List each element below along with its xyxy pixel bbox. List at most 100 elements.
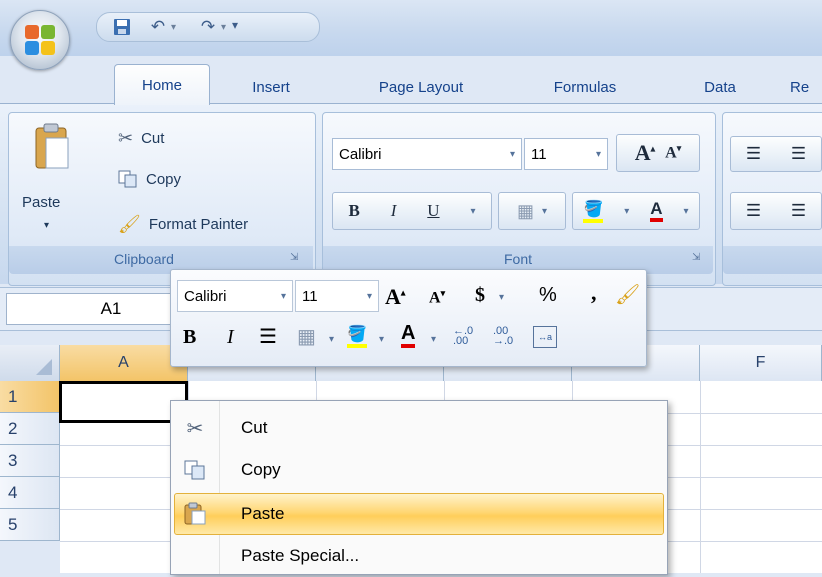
menu-item-paste-special-label: Paste Special... — [241, 546, 360, 565]
mini-font-name-value: Calibri — [184, 287, 227, 305]
save-icon[interactable] — [111, 17, 133, 37]
font-size-dropdown-icon[interactable]: ▾ — [596, 149, 601, 160]
menu-item-paste[interactable]: Paste — [171, 493, 667, 535]
mini-center-icon[interactable]: ☰ — [259, 324, 277, 349]
name-box-value: A1 — [100, 299, 122, 318]
menu-item-cut-label: Cut — [241, 418, 268, 437]
fill-color-icon[interactable]: 🪣 — [583, 199, 604, 223]
column-header-a[interactable]: A — [60, 345, 188, 381]
grow-font-icon[interactable]: A▴ — [635, 140, 655, 166]
mini-comma-icon[interactable]: , — [591, 280, 597, 306]
copy-icon — [118, 170, 138, 188]
fill-color-dropdown-icon[interactable]: ▾ — [624, 206, 629, 217]
font-launcher-icon[interactable]: ⇲ — [692, 252, 700, 263]
mini-toolbar: Calibri ▾ 11 ▾ A▴ A▾ $ ▾ % , 🖌 B I ☰ ▦ ▾… — [170, 269, 647, 367]
mini-merge-center-icon[interactable]: ↔a — [533, 326, 557, 348]
borders-dropdown-icon: ▾ — [541, 205, 548, 217]
row-header-4[interactable]: 4 — [0, 477, 60, 509]
font-size-value: 11 — [531, 145, 547, 163]
mini-font-color-dropdown-icon[interactable]: ▾ — [431, 334, 436, 345]
mini-format-painter-icon[interactable]: 🖌 — [615, 282, 640, 307]
mini-increase-decimal-icon[interactable]: ←.0.00 — [453, 326, 473, 347]
quick-access-toolbar: ↶ ▾ ↷ ▾ — [96, 12, 320, 42]
row-header-5[interactable]: 5 — [0, 509, 60, 541]
shrink-font-icon[interactable]: A▾ — [665, 143, 681, 162]
paste-icon — [179, 498, 211, 530]
format-painter-button[interactable]: 🖌 Format Painter — [118, 214, 248, 235]
undo-icon[interactable]: ↶ — [147, 17, 169, 37]
align-center-icon[interactable]: ☰ — [791, 201, 806, 221]
redo-icon[interactable]: ↷ — [197, 17, 219, 37]
active-cell-a1[interactable] — [59, 381, 188, 423]
mini-bold-icon[interactable]: B — [183, 326, 196, 349]
tab-formulas[interactable]: Formulas — [530, 73, 640, 101]
cut-button[interactable]: ✂ Cut — [118, 128, 164, 149]
select-all-button[interactable] — [0, 345, 60, 381]
font-size-buttons: A▴ A▾ — [616, 134, 700, 172]
font-color-icon[interactable]: A — [650, 200, 663, 222]
mini-currency-icon[interactable]: $ — [475, 284, 485, 307]
borders-icon: ▦ — [516, 200, 534, 221]
row-header-3[interactable]: 3 — [0, 445, 60, 477]
select-all-icon — [36, 359, 52, 375]
menu-item-copy[interactable]: Copy — [171, 449, 667, 491]
office-button[interactable] — [10, 10, 70, 70]
underline-dropdown-icon[interactable]: ▾ — [470, 206, 475, 217]
tab-data-label: Data — [704, 78, 736, 96]
mini-borders-dropdown-icon[interactable]: ▾ — [329, 334, 334, 345]
menu-item-paste-label: Paste — [241, 504, 285, 523]
font-name-combo[interactable]: Calibri ▾ — [332, 138, 522, 170]
bold-icon[interactable]: B — [348, 201, 359, 221]
office-logo-icon — [25, 25, 55, 55]
borders-button[interactable]: ▦ ▾ — [498, 192, 566, 230]
underline-icon[interactable]: U — [427, 201, 439, 221]
copy-button[interactable]: Copy — [118, 170, 181, 188]
mini-currency-dropdown-icon[interactable]: ▾ — [499, 292, 504, 303]
mini-font-color-icon[interactable]: A — [401, 322, 416, 348]
font-size-combo[interactable]: 11 ▾ — [524, 138, 608, 170]
cut-icon: ✂ — [186, 417, 204, 440]
mini-percent-icon[interactable]: % — [539, 284, 557, 307]
redo-dropdown-icon[interactable]: ▾ — [221, 22, 226, 33]
tab-home[interactable]: Home — [114, 64, 210, 105]
tab-formulas-label: Formulas — [553, 78, 617, 96]
mini-font-size-dropdown-icon[interactable]: ▾ — [367, 291, 372, 302]
paste-button[interactable]: Paste ▾ — [14, 118, 94, 242]
mini-fill-color-dropdown-icon[interactable]: ▾ — [379, 334, 384, 345]
menu-item-paste-special[interactable]: Paste Special... — [171, 535, 667, 577]
menu-item-cut[interactable]: ✂ Cut — [171, 407, 667, 449]
customize-qat-icon[interactable]: ▾ — [232, 18, 238, 32]
row-header-2[interactable]: 2 — [0, 413, 60, 445]
align-top-icon[interactable]: ☰ — [746, 144, 761, 164]
paste-dropdown-icon: ▾ — [44, 220, 50, 231]
tab-data[interactable]: Data — [690, 73, 750, 101]
mini-shrink-font-icon[interactable]: A▾ — [429, 288, 445, 307]
align-middle-icon[interactable]: ☰ — [791, 144, 806, 164]
row-header-1[interactable]: 1 — [0, 381, 60, 413]
clipboard-launcher-icon[interactable]: ⇲ — [290, 252, 298, 263]
name-box[interactable]: A1 — [6, 293, 176, 325]
mini-font-name-combo[interactable]: Calibri ▾ — [177, 280, 293, 312]
mini-font-name-dropdown-icon[interactable]: ▾ — [281, 291, 286, 302]
mini-fill-color-icon[interactable]: 🪣 — [347, 324, 367, 348]
copy-icon — [179, 454, 211, 486]
mini-grow-font-icon[interactable]: A▴ — [385, 284, 405, 310]
font-name-dropdown-icon[interactable]: ▾ — [510, 149, 515, 160]
align-left-icon[interactable]: ☰ — [746, 201, 761, 221]
undo-dropdown-icon[interactable]: ▾ — [171, 22, 176, 33]
mini-decrease-decimal-icon[interactable]: .00 →.0 — [493, 326, 513, 347]
mini-font-size-combo[interactable]: 11 ▾ — [295, 280, 379, 312]
tab-page-layout-label: Page Layout — [378, 78, 464, 96]
font-color-dropdown-icon[interactable]: ▾ — [683, 206, 688, 217]
font-group-label: Font — [503, 251, 532, 267]
mini-borders-icon[interactable]: ▦ — [297, 324, 316, 349]
tab-page-layout[interactable]: Page Layout — [356, 73, 486, 101]
context-menu: ✂ Cut Copy Paste Paste Special... — [170, 400, 668, 575]
paste-label: Paste — [22, 194, 61, 211]
italic-icon[interactable]: I — [391, 201, 397, 221]
scissors-icon: ✂ — [118, 128, 134, 148]
column-header-f[interactable]: F — [700, 345, 822, 381]
tab-insert[interactable]: Insert — [236, 73, 306, 101]
tab-review[interactable]: Re — [790, 73, 822, 101]
mini-italic-icon[interactable]: I — [227, 326, 234, 349]
